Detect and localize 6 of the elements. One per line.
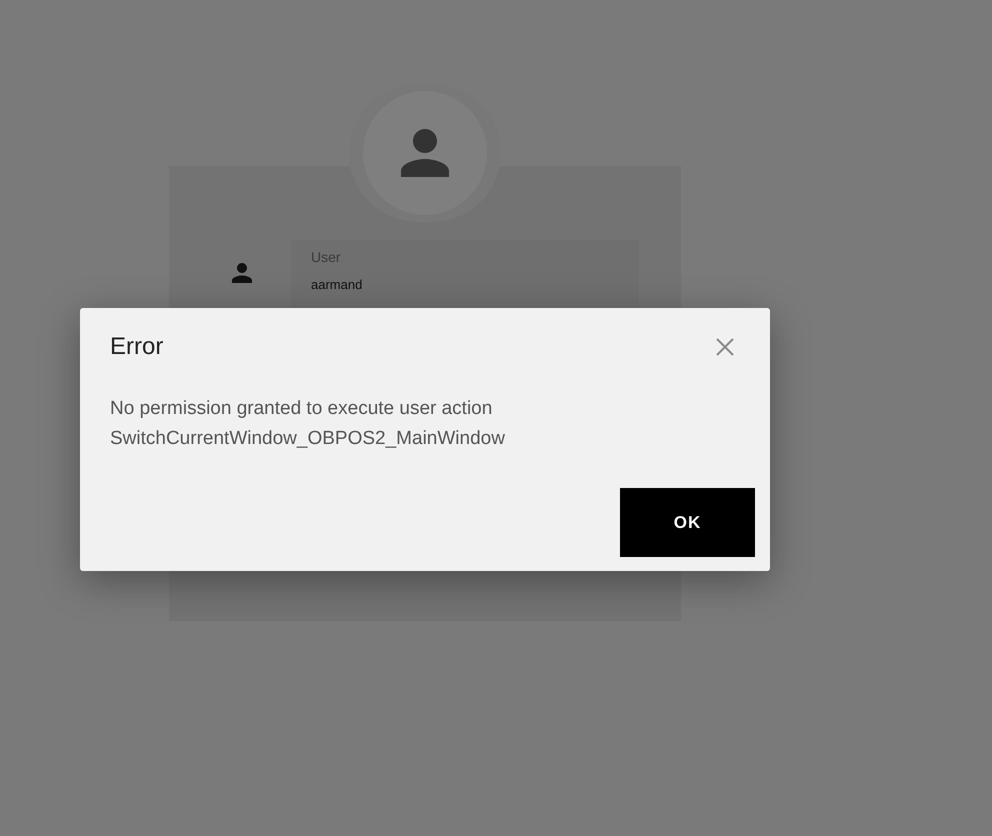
ok-button[interactable]: OK xyxy=(620,488,755,557)
field-value: aarmand xyxy=(311,277,364,293)
dialog-title: Error xyxy=(110,332,164,362)
message-line: SwitchCurrentWindow_OBPOS2_MainWindow xyxy=(110,427,506,451)
message-line: No permission granted to execute user action xyxy=(110,397,494,421)
close-button[interactable] xyxy=(714,336,736,358)
